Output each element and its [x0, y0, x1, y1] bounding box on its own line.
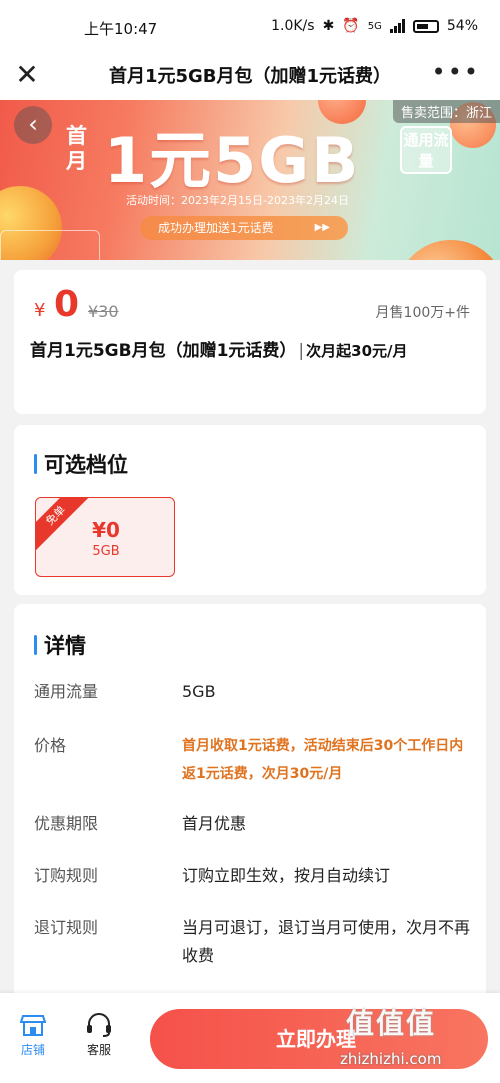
- store-nav[interactable]: 店铺: [8, 1013, 58, 1058]
- banner-prefix: 首月: [66, 124, 87, 173]
- battery-icon: [412, 19, 439, 33]
- alarm-icon: ⏰: [342, 18, 360, 34]
- monthly-sales: 月售100万+件: [375, 305, 470, 321]
- banner-date: 活动时间：2023年2月15日-2023年2月24日: [126, 194, 349, 207]
- detail-label: 价格: [34, 736, 67, 755]
- title-bar: ✕ 首月1元5GB月包（加赠1元话费） •••: [0, 52, 500, 100]
- tier-option[interactable]: 免单 ¥0 5GB: [35, 497, 175, 577]
- product-title: 首月1元5GB月包（加赠1元话费）: [30, 341, 297, 361]
- product-name: 首月1元5GB月包（加赠1元话费） | 次月起30元/月: [30, 336, 470, 366]
- back-arrow-icon[interactable]: ‹: [14, 106, 52, 144]
- signal-icon: [389, 19, 405, 33]
- detail-value: 当月可退订，退订当月可使用，次月不再收费: [182, 918, 471, 965]
- banner-cta-label: 成功办理加送1元话费: [158, 221, 274, 235]
- detail-label: 退订规则: [34, 918, 99, 937]
- detail-card: 详情 通用流量 5GB 价格 首月收取1元话费，活动结束后30个工作日内返1元话…: [14, 604, 486, 1004]
- price-currency: ¥: [34, 300, 46, 321]
- detail-label: 通用流量: [34, 682, 99, 701]
- double-chevron-icon: ▶▶: [314, 222, 330, 233]
- banner-tag: 通用流量: [400, 126, 452, 174]
- store-icon: [20, 1015, 46, 1036]
- banner-cta-button[interactable]: 成功办理加送1元话费 ▶▶: [140, 216, 348, 240]
- banner-headline: 1元5GB: [104, 124, 361, 197]
- current-price: 0: [54, 284, 80, 325]
- detail-value: 5GB: [182, 682, 216, 701]
- detail-label: 订购规则: [34, 866, 99, 885]
- sale-region: 售卖范围：浙江: [392, 100, 500, 123]
- decor-ball: [396, 240, 500, 260]
- decor-frame: [0, 230, 100, 260]
- section-title: 可选档位: [34, 449, 128, 479]
- watermark-logo: 值值值: [346, 1007, 437, 1040]
- detail-value: 首月收取1元话费，活动结束后30个工作日内返1元话费，次月30元/月: [182, 738, 464, 782]
- net-speed: 1.0K/s: [271, 18, 315, 34]
- service-nav[interactable]: 客服: [74, 1013, 124, 1058]
- divider: |: [298, 341, 305, 361]
- tier-card: 可选档位 免单 ¥0 5GB: [14, 425, 486, 595]
- renew-note: 次月起30元/月: [306, 342, 408, 360]
- detail-value: 首月优惠: [182, 814, 247, 833]
- section-title: 详情: [34, 630, 86, 660]
- watermark-url: zhizhizhi.com: [340, 1050, 442, 1068]
- status-time: 上午10:47: [84, 20, 158, 38]
- bluetooth-icon: ✱: [322, 18, 335, 34]
- more-menu-icon[interactable]: •••: [432, 58, 480, 86]
- status-icons: 1.0K/s ✱ ⏰ 5G 54%: [271, 18, 478, 34]
- tier-size: 5GB: [92, 544, 120, 559]
- detail-value: 订购立即生效，按月自动续订: [182, 866, 391, 885]
- page-title: 首月1元5GB月包（加赠1元话费）: [108, 66, 392, 87]
- status-bar: 上午10:47 1.0K/s ✱ ⏰ 5G 54%: [0, 0, 500, 52]
- store-label: 店铺: [20, 1043, 45, 1057]
- original-price: ¥30: [88, 302, 119, 321]
- promo-banner: ‹ 售卖范围：浙江 首月 1元5GB 通用流量 活动时间：2023年2月15日-…: [0, 100, 500, 260]
- detail-label: 优惠期限: [34, 814, 99, 833]
- network-badge: 5G: [367, 20, 382, 32]
- service-label: 客服: [86, 1043, 111, 1057]
- price-card: ¥ 0 ¥30 月售100万+件 首月1元5GB月包（加赠1元话费） | 次月起30…: [14, 270, 486, 414]
- battery-level: 54%: [446, 18, 478, 34]
- tier-price: ¥0: [92, 518, 120, 542]
- headset-icon: [87, 1013, 111, 1037]
